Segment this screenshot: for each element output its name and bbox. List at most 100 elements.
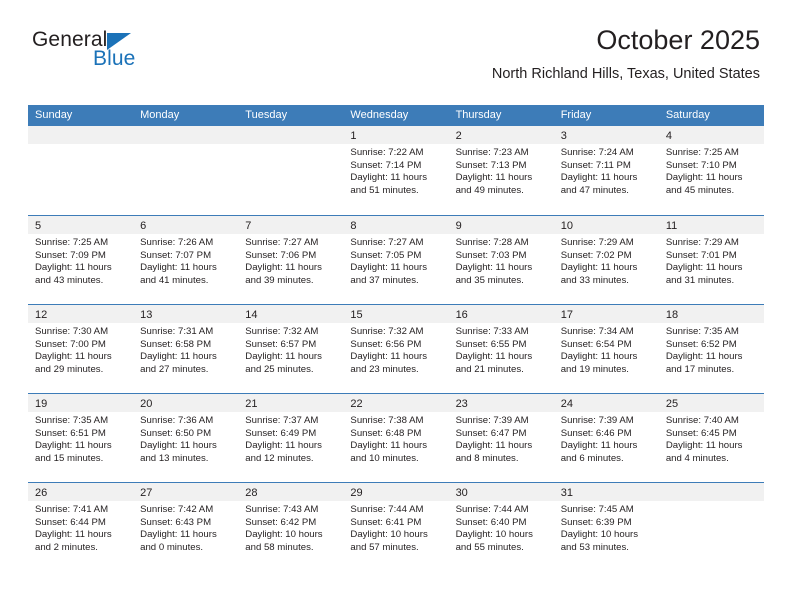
sunset-time: Sunset: 6:40 PM	[455, 516, 527, 528]
calendar-day-cell[interactable]: 18 Sunrise: 7:35 AM Sunset: 6:52 PM Dayligh…	[658, 305, 764, 393]
sunrise-time: Sunrise: 7:45 AM	[560, 504, 634, 515]
calendar-day-cell[interactable]: 8 Sunrise: 7:27 AM Sunset: 7:05 PM Daylight…	[343, 216, 449, 304]
daylight-duration-line1: Daylight: 11 hours	[350, 351, 428, 363]
daylight-duration-line1: Daylight: 11 hours	[245, 351, 322, 363]
calendar-day-cell[interactable]: 9 Sunrise: 7:28 AM Sunset: 7:03 PM Daylight…	[448, 216, 554, 304]
calendar-day-cell[interactable]: 28 Sunrise: 7:43 AM Sunset: 6:42 PM Dayligh…	[238, 483, 344, 571]
day-number-strip: 7	[238, 216, 344, 234]
calendar-day-cell[interactable]: 22 Sunrise: 7:38 AM Sunset: 6:48 PM Dayligh…	[343, 394, 449, 482]
calendar-day-cell[interactable]: 11 Sunrise: 7:29 AM Sunset: 7:01 PM Dayligh…	[658, 216, 764, 304]
sunrise-time: Sunrise: 7:34 AM	[560, 326, 634, 337]
daylight-duration-line2: and 33 minutes.	[560, 274, 629, 286]
calendar-day-cell[interactable]: 25 Sunrise: 7:40 AM Sunset: 6:45 PM Dayligh…	[658, 394, 764, 482]
day-details: Sunrise: 7:25 AM Sunset: 7:09 PM Daylight:…	[28, 234, 133, 287]
day-number-strip: 22	[343, 394, 449, 412]
sunrise-time: Sunrise: 7:32 AM	[350, 326, 424, 337]
page-header: General Blue October 2025 North Richland…	[28, 0, 764, 82]
day-number: 17	[560, 309, 573, 321]
sunrise-time: Sunrise: 7:29 AM	[560, 237, 634, 248]
sunset-time: Sunset: 7:13 PM	[455, 159, 527, 171]
calendar-day-cell[interactable]: 31 Sunrise: 7:45 AM Sunset: 6:39 PM Dayligh…	[553, 483, 659, 571]
calendar-day-cell[interactable]: 16 Sunrise: 7:33 AM Sunset: 6:55 PM Dayligh…	[448, 305, 554, 393]
calendar-day-cell[interactable]: 30 Sunrise: 7:44 AM Sunset: 6:40 PM Dayligh…	[448, 483, 554, 571]
day-number-strip: 3	[553, 126, 659, 144]
day-number-strip: 10	[553, 216, 659, 234]
day-number: 7	[245, 220, 252, 232]
calendar-day-cell[interactable]: 6 Sunrise: 7:26 AM Sunset: 7:07 PM Daylight…	[133, 216, 239, 304]
sunrise-time: Sunrise: 7:39 AM	[560, 415, 634, 426]
weekday-header-friday: Friday	[560, 109, 592, 121]
page-title: October 2025	[596, 25, 760, 55]
sunrise-time: Sunrise: 7:41 AM	[35, 504, 109, 515]
calendar-day-cell[interactable]: 10 Sunrise: 7:29 AM Sunset: 7:02 PM Dayligh…	[553, 216, 659, 304]
day-number-strip: 13	[133, 305, 239, 323]
day-details: Sunrise: 7:30 AM Sunset: 7:00 PM Daylight:…	[28, 323, 133, 376]
day-number: 26	[35, 487, 48, 499]
day-number-strip: 31	[553, 483, 659, 501]
daylight-duration-line2: and 37 minutes.	[350, 274, 419, 286]
calendar-day-cell[interactable]: 4 Sunrise: 7:25 AM Sunset: 7:10 PM Daylight…	[658, 126, 764, 215]
daylight-duration-line2: and 49 minutes.	[455, 184, 524, 196]
daylight-duration-line2: and 39 minutes.	[245, 274, 314, 286]
day-number-strip: 19	[28, 394, 134, 412]
day-number-strip: 21	[238, 394, 344, 412]
calendar-day-cell[interactable]: 17 Sunrise: 7:34 AM Sunset: 6:54 PM Dayligh…	[553, 305, 659, 393]
day-number: 5	[35, 220, 42, 232]
calendar-day-cell[interactable]: 24 Sunrise: 7:39 AM Sunset: 6:46 PM Dayligh…	[553, 394, 659, 482]
daylight-duration-line1: Daylight: 11 hours	[455, 262, 533, 274]
daylight-duration-line2: and 41 minutes.	[140, 274, 209, 286]
sunset-time: Sunset: 7:03 PM	[455, 249, 527, 261]
sunrise-time: Sunrise: 7:36 AM	[140, 415, 214, 426]
day-number-strip	[238, 126, 344, 144]
calendar-day-cell-empty	[238, 126, 344, 215]
calendar-day-cell[interactable]: 19 Sunrise: 7:35 AM Sunset: 6:51 PM Dayligh…	[28, 394, 134, 482]
day-number: 2	[455, 130, 462, 142]
day-number: 21	[245, 398, 258, 410]
day-number: 16	[455, 309, 468, 321]
calendar-day-cell[interactable]: 3 Sunrise: 7:24 AM Sunset: 7:11 PM Daylight…	[553, 126, 659, 215]
sunset-time: Sunset: 6:45 PM	[665, 427, 737, 439]
calendar-day-cell[interactable]: 15 Sunrise: 7:32 AM Sunset: 6:56 PM Dayligh…	[343, 305, 449, 393]
day-number: 10	[560, 220, 573, 232]
calendar-day-cell[interactable]: 14 Sunrise: 7:32 AM Sunset: 6:57 PM Dayligh…	[238, 305, 344, 393]
calendar-week-row: 19 Sunrise: 7:35 AM Sunset: 6:51 PM Dayligh…	[28, 393, 764, 482]
daylight-duration-line2: and 0 minutes.	[140, 541, 204, 553]
generalblue-logo[interactable]: General Blue	[32, 28, 232, 76]
calendar-day-cell[interactable]: 2 Sunrise: 7:23 AM Sunset: 7:13 PM Daylight…	[448, 126, 554, 215]
calendar-day-cell-empty	[28, 126, 134, 215]
day-number: 1	[350, 130, 357, 142]
day-number: 30	[455, 487, 468, 499]
day-number-strip: 2	[448, 126, 554, 144]
daylight-duration-line2: and 12 minutes.	[245, 452, 314, 464]
calendar-day-cell[interactable]: 29 Sunrise: 7:44 AM Sunset: 6:41 PM Dayligh…	[343, 483, 449, 571]
sunset-time: Sunset: 7:05 PM	[350, 249, 422, 261]
calendar-day-cell[interactable]: 20 Sunrise: 7:36 AM Sunset: 6:50 PM Dayligh…	[133, 394, 239, 482]
daylight-duration-line2: and 29 minutes.	[35, 363, 104, 375]
sunset-time: Sunset: 6:57 PM	[245, 338, 317, 350]
daylight-duration-line1: Daylight: 11 hours	[455, 440, 533, 452]
calendar-day-cell[interactable]: 7 Sunrise: 7:27 AM Sunset: 7:06 PM Daylight…	[238, 216, 344, 304]
day-number-strip: 29	[343, 483, 449, 501]
calendar-day-cell[interactable]: 5 Sunrise: 7:25 AM Sunset: 7:09 PM Daylight…	[28, 216, 134, 304]
sunrise-time: Sunrise: 7:30 AM	[35, 326, 109, 337]
calendar-day-cell[interactable]: 1 Sunrise: 7:22 AM Sunset: 7:14 PM Daylight…	[343, 126, 449, 215]
sunrise-time: Sunrise: 7:28 AM	[455, 237, 529, 248]
daylight-duration-line2: and 27 minutes.	[140, 363, 209, 375]
sunset-time: Sunset: 6:55 PM	[455, 338, 527, 350]
calendar-day-cell[interactable]: 26 Sunrise: 7:41 AM Sunset: 6:44 PM Dayligh…	[28, 483, 134, 571]
day-number: 28	[245, 487, 258, 499]
calendar-day-cell[interactable]: 13 Sunrise: 7:31 AM Sunset: 6:58 PM Dayligh…	[133, 305, 239, 393]
calendar-day-cell[interactable]: 21 Sunrise: 7:37 AM Sunset: 6:49 PM Dayligh…	[238, 394, 344, 482]
calendar-day-cell[interactable]: 23 Sunrise: 7:39 AM Sunset: 6:47 PM Dayligh…	[448, 394, 554, 482]
sunset-time: Sunset: 7:11 PM	[560, 159, 631, 171]
calendar-day-cell[interactable]: 12 Sunrise: 7:30 AM Sunset: 7:00 PM Dayligh…	[28, 305, 134, 393]
day-number-strip: 25	[658, 394, 764, 412]
sunrise-time: Sunrise: 7:26 AM	[140, 237, 214, 248]
day-number: 19	[35, 398, 48, 410]
calendar-day-cell[interactable]: 27 Sunrise: 7:42 AM Sunset: 6:43 PM Dayligh…	[133, 483, 239, 571]
day-details: Sunrise: 7:44 AM Sunset: 6:41 PM Daylight:…	[343, 501, 448, 554]
sunrise-time: Sunrise: 7:37 AM	[245, 415, 319, 426]
day-number-strip: 16	[448, 305, 554, 323]
daylight-duration-line1: Daylight: 11 hours	[35, 351, 112, 363]
daylight-duration-line1: Daylight: 11 hours	[350, 440, 428, 452]
